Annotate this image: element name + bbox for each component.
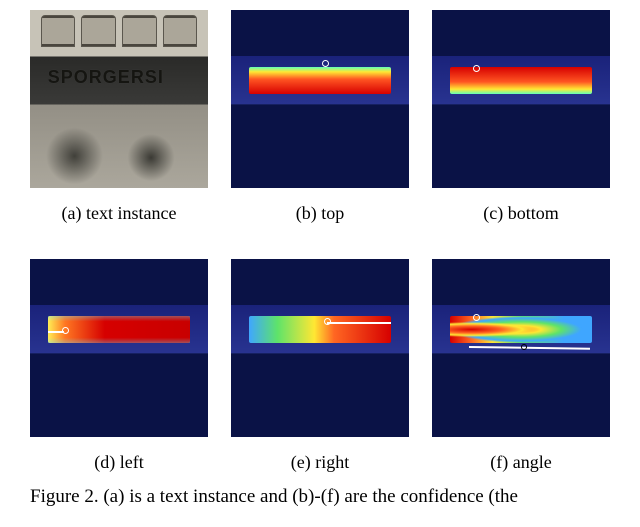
heatmap-strip-angle (450, 316, 592, 343)
panel-d: (d) left (30, 259, 208, 473)
panel-b-caption: (b) top (231, 203, 409, 224)
panel-e-caption: (e) right (231, 452, 409, 473)
panel-c-caption: (c) bottom (432, 203, 610, 224)
panel-d-image (30, 259, 208, 437)
figure-caption: Figure 2. (a) is a text instance and (b)… (0, 473, 640, 510)
heatmap-strip-bottom (450, 67, 592, 94)
panel-f-image (432, 259, 610, 437)
panel-b: (b) top (231, 10, 409, 224)
heatmap-strip-left (48, 316, 190, 343)
heatmap-strip-top (249, 67, 391, 94)
indicator-line-right (327, 322, 391, 324)
heatmap-strip-right (249, 316, 391, 343)
panel-f-caption: (f) angle (432, 452, 610, 473)
panel-a-image: SPORGERSI (30, 10, 208, 188)
building-windows (41, 15, 198, 47)
figure-container: SPORGERSI (a) text instance (b) top (c) … (0, 0, 640, 473)
panel-a: SPORGERSI (a) text instance (30, 10, 208, 224)
panel-b-image (231, 10, 409, 188)
panel-e-image (231, 259, 409, 437)
secondary-marker-angle (521, 344, 527, 350)
reference-marker-top (322, 60, 329, 67)
panel-f: (f) angle (432, 259, 610, 473)
blur-figures (30, 108, 208, 188)
panel-c-image (432, 10, 610, 188)
reference-marker-left (62, 327, 69, 334)
panel-d-caption: (d) left (30, 452, 208, 473)
text-instance-label: SPORGERSI (48, 67, 164, 88)
row-1: SPORGERSI (a) text instance (b) top (c) … (30, 10, 610, 224)
panel-c: (c) bottom (432, 10, 610, 224)
panel-a-caption: (a) text instance (30, 203, 208, 224)
panel-e: (e) right (231, 259, 409, 473)
row-2: (d) left (e) right (f) angle (30, 259, 610, 473)
